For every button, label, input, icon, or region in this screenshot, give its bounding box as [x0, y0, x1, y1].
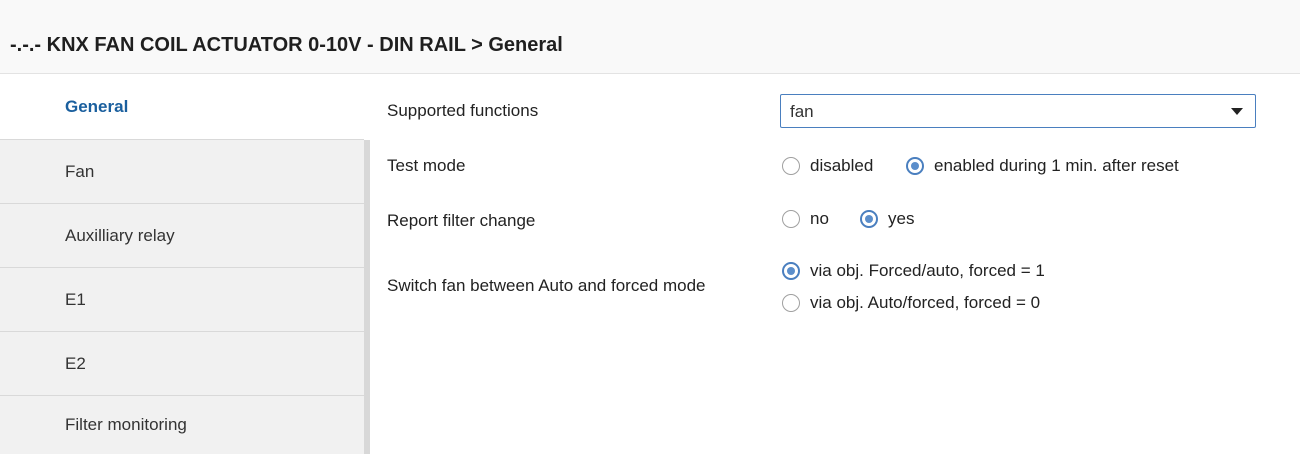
test-mode-enabled-radio[interactable]: enabled during 1 min. after reset: [906, 153, 1179, 179]
sidebar-item-label: General: [65, 97, 129, 116]
sidebar-item-e2[interactable]: E2: [0, 331, 364, 395]
report-filter-change-no-radio[interactable]: no: [782, 206, 829, 232]
window-header: -.-.- KNX FAN COIL ACTUATOR 0-10V - DIN …: [0, 0, 1300, 74]
sidebar-item-label: Auxilliary relay: [65, 225, 175, 245]
radio-label: disabled: [810, 156, 874, 175]
page-title: -.-.- KNX FAN COIL ACTUATOR 0-10V - DIN …: [10, 34, 563, 56]
radio-checked-icon: [860, 210, 878, 228]
sidebar: General Fan Auxilliary relay E1 E2 Filte…: [0, 75, 370, 454]
switch-fan-forced-auto-radio[interactable]: via obj. Forced/auto, forced = 1: [782, 258, 1045, 284]
supported-functions-select[interactable]: fan: [780, 94, 1256, 128]
sidebar-item-label: E2: [65, 353, 86, 373]
radio-label: enabled during 1 min. after reset: [934, 156, 1179, 175]
radio-unchecked-icon: [782, 210, 800, 228]
report-filter-change-label: Report filter change: [387, 211, 536, 230]
sidebar-item-fan[interactable]: Fan: [0, 139, 364, 203]
report-filter-change-yes-radio[interactable]: yes: [860, 206, 914, 232]
sidebar-item-general[interactable]: General: [0, 75, 370, 139]
chevron-down-icon: [1231, 108, 1243, 115]
radio-unchecked-icon: [782, 294, 800, 312]
sidebar-item-filter-monitoring[interactable]: Filter monitoring: [0, 395, 364, 454]
sidebar-item-e1[interactable]: E1: [0, 267, 364, 331]
sidebar-item-auxilliary-relay[interactable]: Auxilliary relay: [0, 203, 364, 267]
radio-label: yes: [888, 209, 915, 228]
sidebar-item-label: Fan: [65, 161, 95, 181]
test-mode-disabled-radio[interactable]: disabled: [782, 153, 873, 179]
radio-checked-icon: [906, 157, 924, 175]
sidebar-item-label: Filter monitoring: [65, 415, 187, 434]
radio-unchecked-icon: [782, 157, 800, 175]
supported-functions-label: Supported functions: [387, 101, 539, 120]
radio-checked-icon: [782, 262, 800, 280]
switch-fan-mode-label: Switch fan between Auto and forced mode: [387, 276, 706, 295]
sidebar-scroll-rail: [364, 140, 370, 454]
sidebar-item-label: E1: [65, 289, 86, 309]
test-mode-label: Test mode: [387, 156, 466, 175]
radio-label: no: [810, 209, 829, 228]
switch-fan-auto-forced-radio[interactable]: via obj. Auto/forced, forced = 0: [782, 290, 1040, 316]
supported-functions-value: fan: [790, 102, 814, 121]
radio-label: via obj. Auto/forced, forced = 0: [810, 293, 1041, 312]
radio-label: via obj. Forced/auto, forced = 1: [810, 261, 1045, 280]
